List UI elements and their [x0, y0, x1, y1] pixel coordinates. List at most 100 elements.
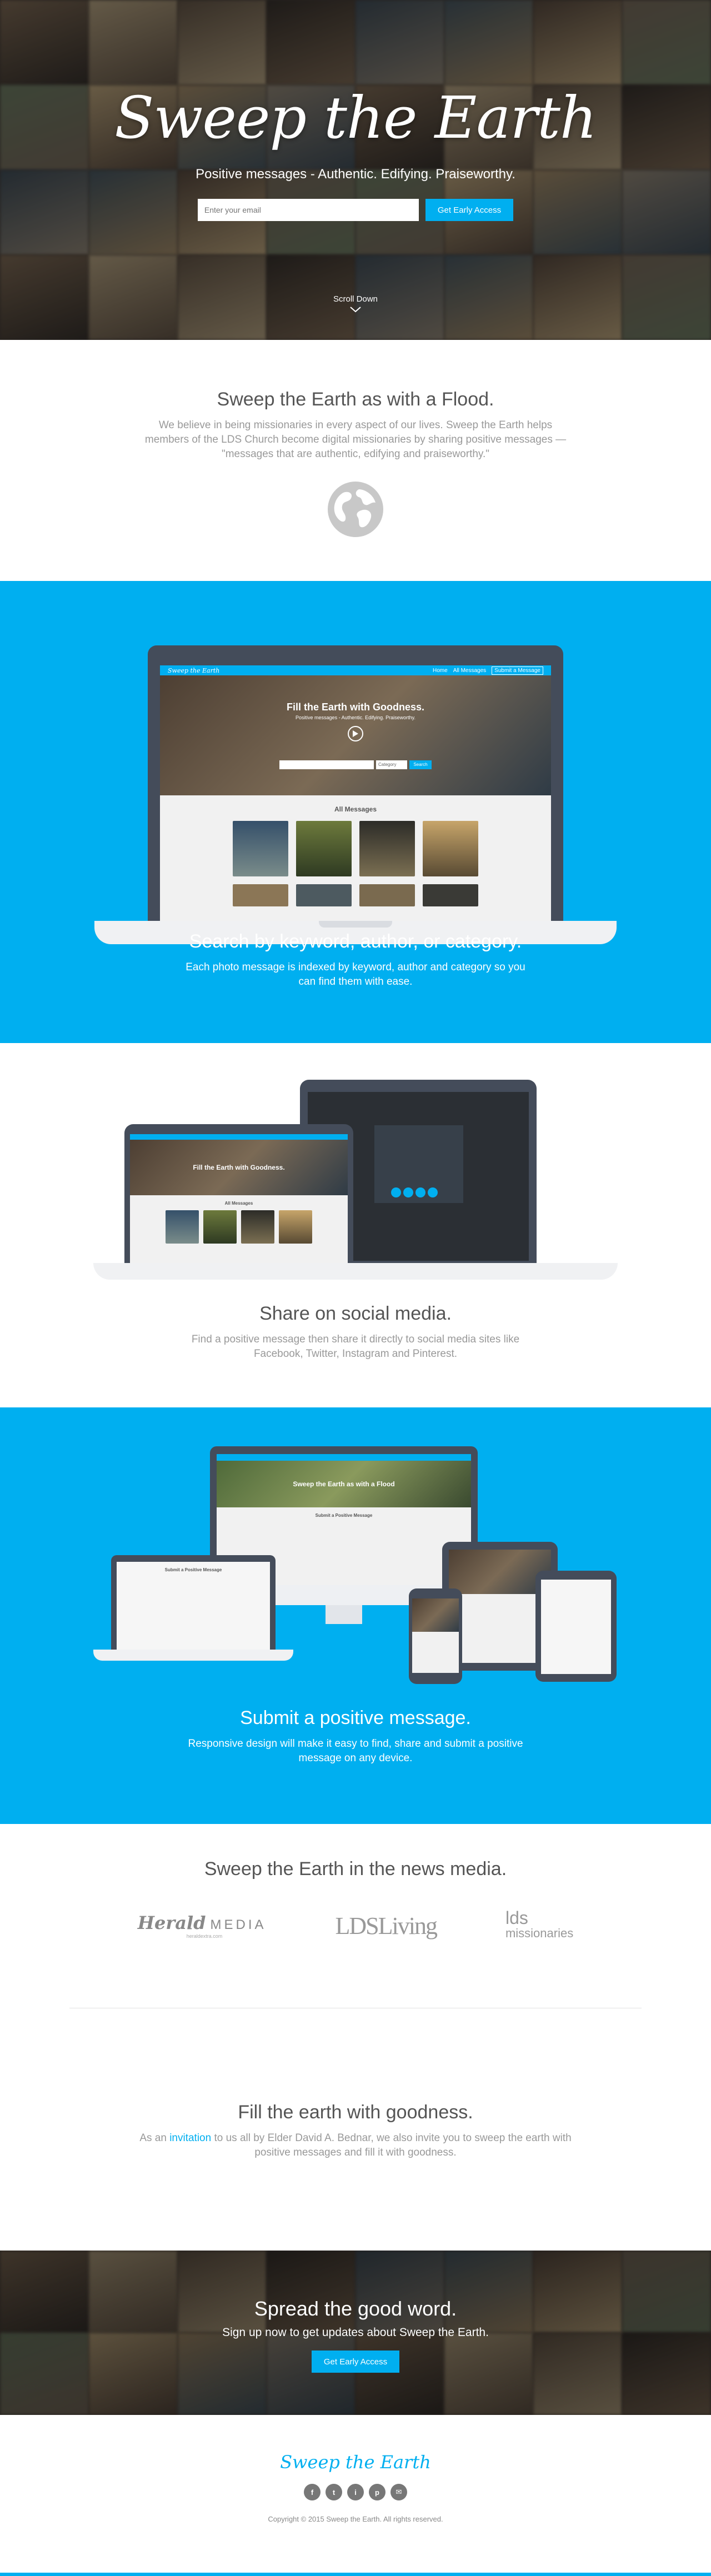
mock-hero: Fill the Earth with Goodness. — [130, 1140, 348, 1195]
mock-search-bar: Category Search — [279, 760, 432, 769]
message-thumb — [203, 1210, 237, 1244]
fill-body-post: to us all by Elder David A. Bednar, we a… — [211, 2132, 572, 2158]
message-thumb — [233, 821, 288, 876]
message-thumb — [241, 1210, 274, 1244]
missionaries-wordmark: missionaries — [505, 1926, 574, 1940]
lds-wordmark: lds — [505, 1908, 528, 1928]
copyright: Copyright © 2015 Sweep the Earth. All ri… — [268, 2515, 443, 2523]
submit-feature-section: Sweep the Earth as with a Flood Submit a… — [0, 1407, 711, 1824]
mock-message-grid — [160, 821, 551, 906]
tablet-screen — [541, 1580, 611, 1674]
mock-hero: Sweep the Earth as with a Flood — [217, 1461, 471, 1507]
hero-title: Sweep the Earth — [114, 84, 597, 152]
submit-feature-text: Submit a positive message. Responsive de… — [0, 1707, 711, 1766]
news-section: Sweep the Earth in the news media. Heral… — [0, 1824, 711, 2102]
laptop-mockup-left: Submit a Positive Message — [93, 1555, 327, 1661]
laptop-screen: Submit a Positive Message — [111, 1555, 276, 1650]
mock-hero-sub: Positive messages - Authentic. Edifying.… — [296, 715, 415, 720]
footer: Sweep the Earth f t i p ✉ Copyright © 20… — [0, 2415, 711, 2576]
laptop-screen-content: Sweep the Earth Home All Messages Submit… — [160, 665, 551, 921]
fill-section: Fill the earth with goodness. As an invi… — [0, 2102, 711, 2251]
spread-get-early-access-button[interactable]: Get Early Access — [311, 2351, 400, 2373]
footer-accent-bar — [0, 2573, 711, 2576]
play-icon — [348, 726, 363, 741]
mock-hero-title: Fill the Earth with Goodness. — [193, 1164, 285, 1171]
spread-heading: Spread the good word. — [254, 2297, 457, 2320]
mock-nav-all: All Messages — [453, 667, 487, 674]
share-feature-text: Share on social media. Find a positive m… — [0, 1303, 711, 1361]
laptop-mockup: Sweep the Earth Home All Messages Submit… — [94, 619, 617, 952]
laptop-screen: Fill the Earth with Goodness. All Messag… — [124, 1124, 353, 1263]
search-feature-body: Each photo message is indexed by keyword… — [186, 961, 525, 988]
mock-nav — [130, 1134, 348, 1140]
email-input[interactable] — [197, 199, 419, 221]
mock-section-title: All Messages — [334, 805, 377, 813]
spread-content: Spread the good word. Sign up now to get… — [0, 2251, 711, 2373]
share-feature-body: Find a positive message then share it di… — [191, 1334, 520, 1360]
lds-living-logo[interactable]: LDSLiving — [336, 1912, 438, 1940]
social-links: f t i p ✉ — [0, 2484, 711, 2500]
share-feature-heading: Share on social media. — [259, 1303, 452, 1324]
herald-media-wordmark: MEDIA — [210, 1917, 267, 1932]
submit-feature-body: Responsive design will make it easy to f… — [188, 1738, 523, 1764]
laptop-mockup-small: Fill the Earth with Goodness. All Messag… — [93, 1124, 618, 1285]
mock-form-title: Submit a Positive Message — [315, 1513, 373, 1518]
intro-body: We believe in being missionaries in ever… — [144, 419, 567, 460]
message-thumb — [233, 884, 288, 906]
phone-mockup — [409, 1588, 462, 1684]
fill-body: As an invitation to us all by Elder Davi… — [133, 2131, 578, 2160]
mock-logo: Sweep the Earth — [168, 666, 220, 674]
get-early-access-button[interactable]: Get Early Access — [425, 199, 514, 221]
hero-section: Sweep the Earth Positive messages - Auth… — [0, 0, 711, 340]
pinterest-icon[interactable]: p — [369, 2484, 385, 2500]
mock-nav — [217, 1454, 471, 1461]
scroll-down-link[interactable]: Scroll Down — [0, 294, 711, 313]
search-feature-section: Sweep the Earth Home All Messages Submit… — [0, 581, 711, 1043]
message-thumb — [296, 884, 352, 906]
fill-heading: Fill the earth with goodness. — [238, 2102, 473, 2123]
intro-heading: Sweep the Earth as with a Flood. — [217, 389, 494, 410]
laptop-screen-content: Submit a Positive Message — [117, 1562, 270, 1650]
news-logos: Herald MEDIA heraldextra.com LDSLiving ld… — [0, 1908, 711, 1941]
intro-section: Sweep the Earth as with a Flood. We beli… — [0, 340, 711, 581]
globe-icon — [328, 482, 383, 537]
tablet-mockup-small — [535, 1571, 617, 1682]
footer-logo[interactable]: Sweep the Earth — [0, 2452, 711, 2473]
spread-section: Spread the good word. Sign up now to get… — [0, 2251, 711, 2415]
fill-body-pre: As an — [139, 2132, 170, 2144]
laptop-screen: Sweep the Earth Home All Messages Submit… — [148, 645, 563, 921]
message-thumb — [166, 1210, 199, 1244]
hero-content: Sweep the Earth Positive messages - Auth… — [0, 0, 711, 221]
laptop-screen-content: Fill the Earth with Goodness. All Messag… — [130, 1134, 348, 1263]
mock-nav-home: Home — [433, 667, 448, 674]
mock-nav: Sweep the Earth Home All Messages Submit… — [160, 665, 551, 675]
scroll-down-label: Scroll Down — [333, 294, 378, 304]
email-icon[interactable]: ✉ — [390, 2484, 407, 2500]
mock-hero: Fill the Earth with Goodness. Positive m… — [160, 675, 551, 795]
mock-category-select: Category — [376, 760, 407, 769]
message-thumb — [423, 884, 478, 906]
instagram-icon[interactable]: i — [347, 2484, 364, 2500]
phone-screen — [412, 1598, 459, 1673]
message-thumb — [279, 1210, 312, 1244]
submit-feature-heading: Submit a positive message. — [240, 1707, 471, 1728]
message-thumb — [423, 821, 478, 876]
hero-signup-form: Get Early Access — [0, 199, 711, 221]
herald-wordmark: Herald — [137, 1912, 206, 1933]
laptop-base — [93, 1263, 618, 1280]
herald-url: heraldextra.com — [186, 1933, 223, 1939]
mock-search-button: Search — [409, 760, 432, 769]
spread-subtitle: Sign up now to get updates about Sweep t… — [222, 2326, 489, 2339]
message-thumb — [296, 821, 352, 876]
mock-hero-title: Fill the Earth with Goodness. — [286, 701, 425, 713]
twitter-icon[interactable]: t — [326, 2484, 342, 2500]
facebook-icon[interactable]: f — [304, 2484, 321, 2500]
laptop-notch — [319, 921, 392, 928]
share-feature-section: Fill the Earth with Goodness. All Messag… — [0, 1043, 711, 1407]
herald-media-logo[interactable]: Herald MEDIA heraldextra.com — [138, 1912, 267, 1939]
lds-missionaries-logo[interactable]: lds missionaries — [505, 1908, 574, 1941]
invitation-link[interactable]: invitation — [169, 2132, 211, 2144]
monitor-stand — [326, 1605, 362, 1624]
mock-nav-submit: Submit a Message — [492, 666, 543, 675]
message-thumb — [359, 884, 415, 906]
